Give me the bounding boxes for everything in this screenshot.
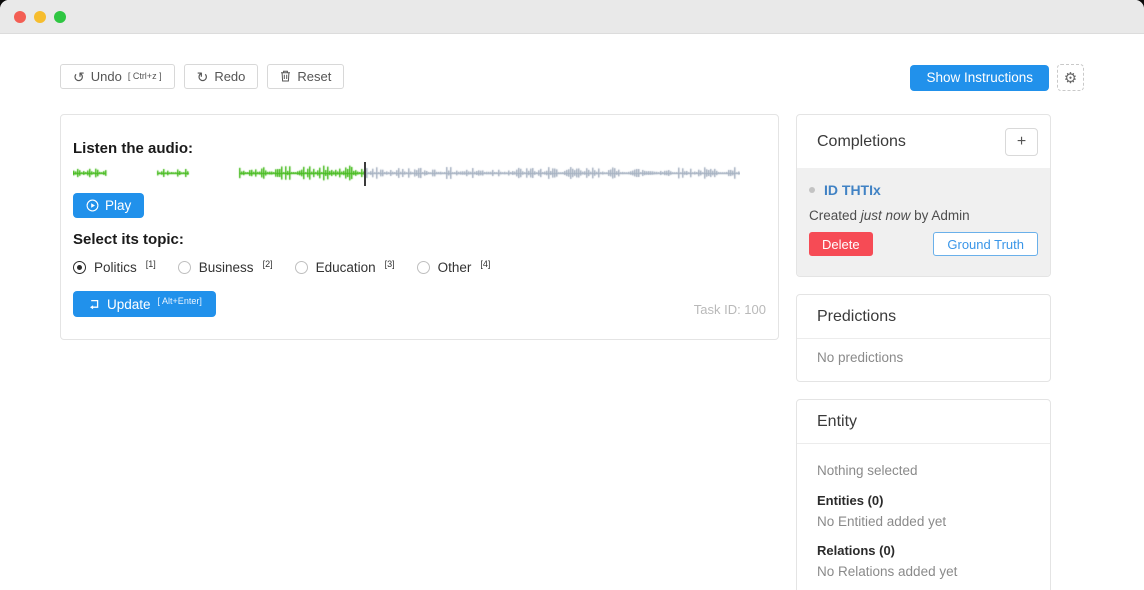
completion-item[interactable]: ID THTIx Created just now by Admin Delet… [797,168,1050,276]
update-shortcut: [ Alt+Enter] [158,296,202,306]
toolbar-right: Show Instructions ⚙ [910,64,1084,91]
predictions-panel: Predictions No predictions [796,294,1051,382]
predictions-title: Predictions [817,308,896,326]
predictions-body: No predictions [797,339,1050,381]
entity-panel: Entity Nothing selected Entities (0) No … [796,399,1051,590]
redo-button[interactable]: ↻ Redo [184,64,259,89]
radio-unchecked-icon [178,261,191,274]
choice-hotkey: [4] [480,259,490,269]
choice-label: Education [316,260,376,275]
topic-heading: Select its topic: [73,231,766,249]
radio-option-other[interactable]: Other [4] [417,260,491,275]
entity-body: Nothing selected Entities (0) No Entitie… [797,444,1050,590]
choice-hotkey: [1] [146,259,156,269]
completions-panel: Completions + ID THTIx Created just now … [796,114,1051,277]
toolbar: ↺ Undo [ Ctrl+z ] ↻ Redo Reset Show Instr… [60,64,1084,91]
delete-completion-button[interactable]: Delete [809,232,873,256]
entity-title: Entity [817,413,857,431]
submit-icon [87,298,100,310]
content: Listen the audio: Play Select its topic: [60,114,1084,590]
side-column: Completions + ID THTIx Created just now … [796,114,1051,590]
radio-unchecked-icon [295,261,308,274]
completion-actions: Delete Ground Truth [809,232,1038,256]
choice-label: Business [199,260,254,275]
radio-option-business[interactable]: Business [2] [178,260,273,275]
nothing-selected-text: Nothing selected [817,462,1030,479]
close-window-button[interactable] [14,11,26,23]
radio-option-education[interactable]: Education [3] [295,260,395,275]
entities-count: Entities (0) [817,493,1030,509]
undo-shortcut: [ Ctrl+z ] [128,71,162,81]
redo-label: Redo [214,69,245,84]
completions-header: Completions + [797,115,1050,168]
task-id: Task ID: 100 [694,302,766,317]
undo-icon: ↺ [73,70,85,84]
choice-hotkey: [2] [263,259,273,269]
radio-unchecked-icon [417,261,430,274]
audio-waveform[interactable] [73,162,740,186]
waveform-canvas[interactable] [73,162,740,186]
created-time: just now [861,208,911,223]
add-completion-button[interactable]: + [1005,128,1038,156]
entities-empty-text: No Entitied added yet [817,513,1030,530]
completion-bullet-icon [809,187,815,193]
topic-choices: Politics [1] Business [2] Education [3] Oth… [73,260,766,275]
choice-label: Politics [94,260,137,275]
play-icon [86,199,99,212]
ground-truth-button[interactable]: Ground Truth [933,232,1038,256]
undo-button[interactable]: ↺ Undo [ Ctrl+z ] [60,64,175,89]
relations-count: Relations (0) [817,543,1030,559]
no-predictions-text: No predictions [817,350,903,365]
entity-header: Entity [797,400,1050,444]
app-window: ↺ Undo [ Ctrl+z ] ↻ Redo Reset Show Instr… [0,0,1144,590]
audio-heading: Listen the audio: [73,140,766,158]
minimize-window-button[interactable] [34,11,46,23]
completion-id-row: ID THTIx [809,180,1038,198]
playback-cursor[interactable] [364,162,366,186]
task-card: Listen the audio: Play Select its topic: [60,114,779,340]
reset-button[interactable]: Reset [267,64,344,89]
reset-label: Reset [297,69,331,84]
gear-icon: ⚙ [1064,69,1077,87]
choice-label: Other [438,260,472,275]
settings-button[interactable]: ⚙ [1057,64,1084,91]
relations-empty-text: No Relations added yet [817,563,1030,580]
window-titlebar [0,0,1144,34]
predictions-header: Predictions [797,295,1050,339]
completions-title: Completions [817,133,906,151]
trash-icon [280,70,291,84]
page: ↺ Undo [ Ctrl+z ] ↻ Redo Reset Show Instr… [0,64,1144,590]
choice-hotkey: [3] [385,259,395,269]
redo-icon: ↻ [197,70,209,84]
update-label: Update [107,297,151,312]
created-suffix: by Admin [914,208,970,223]
play-label: Play [105,198,131,213]
completion-created-text: Created just now by Admin [809,208,1038,223]
completion-id-link[interactable]: ID THTIx [824,182,881,198]
undo-label: Undo [91,69,122,84]
toolbar-left: ↺ Undo [ Ctrl+z ] ↻ Redo Reset [60,64,344,89]
update-row: Update [ Alt+Enter] Task ID: 100 [73,291,766,317]
update-button[interactable]: Update [ Alt+Enter] [73,291,216,317]
show-instructions-button[interactable]: Show Instructions [910,65,1049,91]
zoom-window-button[interactable] [54,11,66,23]
play-button[interactable]: Play [73,193,144,218]
radio-option-politics[interactable]: Politics [1] [73,260,156,275]
radio-checked-icon [73,261,86,274]
created-prefix: Created [809,208,857,223]
